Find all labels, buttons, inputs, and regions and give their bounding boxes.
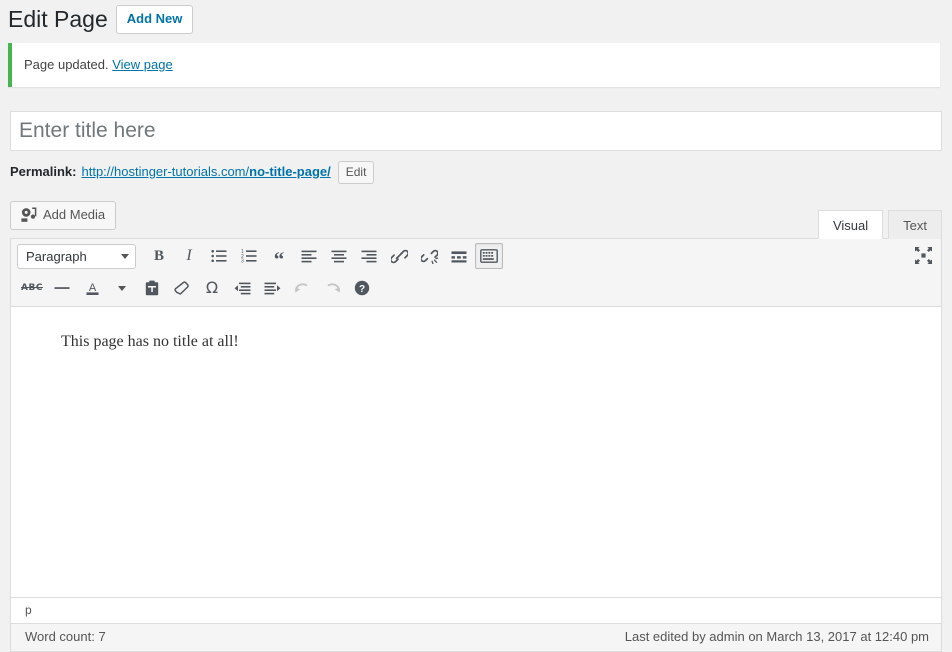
toolbar-row-1: Paragraph B I 1 2 3 [11,239,941,273]
distraction-free-writing-icon[interactable] [909,242,937,268]
post-title-input[interactable] [10,111,942,151]
permalink-label: Permalink: [10,160,76,184]
toolbar-toggle-icon[interactable] [475,243,503,269]
notice-message: Page updated. [24,57,109,72]
media-icon [20,207,38,223]
permalink-base: http://hostinger-tutorials.com/ [81,164,249,179]
numbered-list-icon[interactable]: 1 2 3 [235,243,263,269]
editor-box: Paragraph B I 1 2 3 [10,238,942,652]
page-title: Edit Page [8,5,108,34]
text-color-icon[interactable]: A [78,275,106,301]
permalink-link[interactable]: http://hostinger-tutorials.com/no-title-… [81,160,330,184]
editor-toolbar: Paragraph B I 1 2 3 [11,239,941,307]
editor-path-bar: p [11,597,941,623]
italic-icon[interactable]: I [175,243,203,269]
paragraph-format-value: Paragraph [26,249,87,264]
align-left-icon[interactable] [295,243,323,269]
svg-text:3: 3 [241,259,244,263]
element-path[interactable]: p [25,603,32,617]
edit-permalink-button[interactable]: Edit [338,161,375,184]
tab-text[interactable]: Text [888,210,942,239]
permalink: Permalink: http://hostinger-tutorials.co… [10,160,942,184]
clear-formatting-icon[interactable] [168,275,196,301]
align-center-icon[interactable] [325,243,353,269]
special-character-icon[interactable]: Ω [198,275,226,301]
permalink-slug: no-title-page/ [249,164,331,179]
svg-text:?: ? [359,284,365,295]
paragraph-format-select[interactable]: Paragraph [17,244,136,269]
undo-icon[interactable] [288,275,316,301]
add-new-button[interactable]: Add New [116,5,194,34]
updated-notice: Page updated. View page [8,43,940,87]
horizontal-line-icon[interactable] [48,275,76,301]
svg-text:A: A [88,282,96,294]
add-media-label: Add Media [43,207,105,223]
insert-read-more-icon[interactable] [445,243,473,269]
last-edited-info: Last edited by admin on March 13, 2017 a… [625,627,929,647]
page-header: Edit Page Add New [0,0,952,34]
paste-as-text-icon[interactable] [138,275,166,301]
tab-visual[interactable]: Visual [818,210,883,239]
view-page-link[interactable]: View page [112,57,172,72]
text-color-dropdown-icon[interactable] [108,275,136,301]
insert-link-icon[interactable] [385,243,413,269]
editor-status-bar: Word count: 7 Last edited by admin on Ma… [11,623,941,651]
notice-text: Page updated. View page [24,56,173,74]
word-count: Word count: 7 [25,627,106,647]
redo-icon[interactable] [318,275,346,301]
toolbar-row-2: ABC A [11,273,941,306]
editor-content-area[interactable]: This page has no title at all! [11,307,941,597]
strikethrough-icon[interactable]: ABC [18,275,46,301]
editor-top-row: Add Media Visual Text [10,201,942,238]
increase-indent-icon[interactable] [258,275,286,301]
blockquote-icon[interactable]: “ [265,243,293,269]
keyboard-shortcuts-icon[interactable]: ? [348,275,376,301]
remove-link-icon[interactable] [415,243,443,269]
editor-body-text: This page has no title at all! [61,329,931,355]
add-media-button[interactable]: Add Media [10,201,116,230]
title-section [10,111,942,151]
bulleted-list-icon[interactable] [205,243,233,269]
decrease-indent-icon[interactable] [228,275,256,301]
editor-wrapper: Add Media Visual Text Paragraph B I [10,201,942,652]
bold-icon[interactable]: B [145,243,173,269]
editor-mode-tabs: Visual Text [813,209,942,238]
align-right-icon[interactable] [355,243,383,269]
chevron-down-icon [121,254,129,259]
